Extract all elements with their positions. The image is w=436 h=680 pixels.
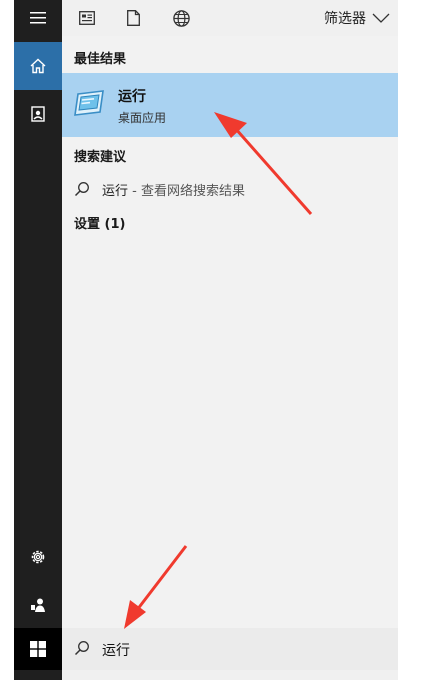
web-filter-icon — [172, 9, 190, 27]
suggestion-text: 运行 - 查看网络搜索结果 — [102, 180, 245, 199]
user-button[interactable] — [14, 581, 62, 629]
suggestion-hint: - 查看网络搜索结果 — [128, 184, 245, 199]
web-search-suggestion[interactable]: 运行 - 查看网络搜索结果 — [62, 174, 398, 204]
search-icon — [74, 182, 89, 197]
search-query-text[interactable]: 运行 — [102, 640, 130, 660]
search-icon — [74, 641, 89, 656]
best-match-subtitle: 桌面应用 — [118, 111, 167, 125]
hamburger-menu-button[interactable] — [14, 0, 62, 36]
filter-label: 筛选器 — [324, 11, 366, 27]
chevron-down-icon — [372, 13, 390, 23]
top-filter-bar: 筛选器 — [62, 0, 398, 36]
documents-filter-button[interactable] — [120, 5, 146, 31]
settings-icon — [31, 550, 45, 564]
run-app-icon — [74, 90, 104, 116]
apps-filter-button[interactable] — [74, 5, 100, 31]
user-icon — [31, 598, 45, 612]
search-results: 最佳结果 运行 桌面应用 搜索建议 运行 - 查看网络搜索结果 设置 (1) — [62, 36, 398, 628]
documents-filter-icon — [126, 10, 140, 26]
hamburger-icon — [30, 12, 46, 24]
search-box[interactable]: 运行 — [62, 628, 398, 670]
left-rail — [14, 0, 62, 680]
filter-dropdown[interactable]: 筛选器 — [324, 6, 390, 30]
windows-start-icon — [30, 641, 46, 657]
home-button[interactable] — [14, 42, 62, 90]
settings-button[interactable] — [14, 533, 62, 581]
start-button[interactable] — [14, 628, 62, 670]
settings-section-header[interactable]: 设置 (1) — [74, 213, 125, 232]
apps-filter-icon — [79, 11, 95, 25]
home-icon — [30, 58, 46, 74]
documents-icon — [31, 106, 45, 122]
documents-button[interactable] — [14, 90, 62, 138]
best-match-header: 最佳结果 — [74, 52, 127, 67]
best-match-name: 运行 — [118, 89, 146, 105]
web-filter-button[interactable] — [168, 5, 194, 31]
best-match-result[interactable]: 运行 桌面应用 — [62, 73, 398, 137]
suggestion-query: 运行 — [102, 184, 129, 199]
search-suggestions-header: 搜索建议 — [74, 150, 127, 165]
